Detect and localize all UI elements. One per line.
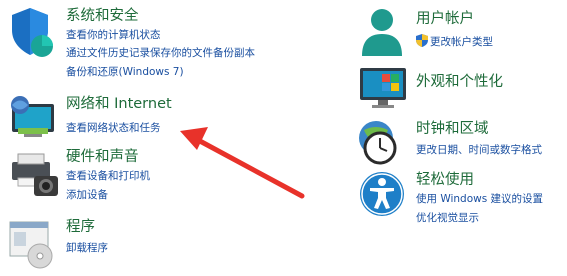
programs-icon[interactable]: [8, 220, 58, 270]
clock-region-title[interactable]: 时钟和区域: [416, 120, 489, 138]
ease-access-title[interactable]: 轻松使用: [416, 171, 474, 189]
change-date-time-link[interactable]: 更改日期、时间或数字格式: [416, 143, 542, 157]
backup-restore-link[interactable]: 备份和还原(Windows 7): [66, 65, 184, 79]
shield-icon[interactable]: [8, 6, 58, 58]
user-icon[interactable]: [358, 6, 406, 60]
monitor-icon[interactable]: [358, 66, 408, 110]
uninstall-program-link[interactable]: 卸载程序: [66, 241, 108, 255]
appearance-title[interactable]: 外观和个性化: [416, 73, 503, 91]
network-icon[interactable]: [6, 92, 60, 140]
printer-icon[interactable]: [8, 148, 60, 198]
view-network-status-link[interactable]: 查看网络状态和任务: [66, 121, 161, 135]
clock-icon[interactable]: [356, 118, 406, 166]
recommended-settings-link[interactable]: 使用 Windows 建议的设置: [416, 192, 543, 206]
view-computer-status-link[interactable]: 查看你的计算机状态: [66, 28, 161, 42]
system-security-title[interactable]: 系统和安全: [66, 7, 139, 25]
user-accounts-title[interactable]: 用户帐户: [416, 10, 474, 28]
change-account-type-link[interactable]: 更改帐户类型: [416, 34, 493, 49]
programs-title[interactable]: 程序: [66, 218, 95, 236]
change-account-type-label: 更改帐户类型: [430, 36, 493, 48]
network-title[interactable]: 网络和 Internet: [66, 95, 172, 113]
accessibility-icon[interactable]: [358, 170, 406, 218]
devices-printers-link[interactable]: 查看设备和打印机: [66, 169, 150, 183]
uac-shield-icon: [416, 34, 428, 47]
add-device-link[interactable]: 添加设备: [66, 188, 108, 202]
hardware-title[interactable]: 硬件和声音: [66, 148, 139, 166]
file-history-link[interactable]: 通过文件历史记录保存你的文件备份副本: [66, 46, 255, 60]
optimize-display-link[interactable]: 优化视觉显示: [416, 211, 479, 225]
